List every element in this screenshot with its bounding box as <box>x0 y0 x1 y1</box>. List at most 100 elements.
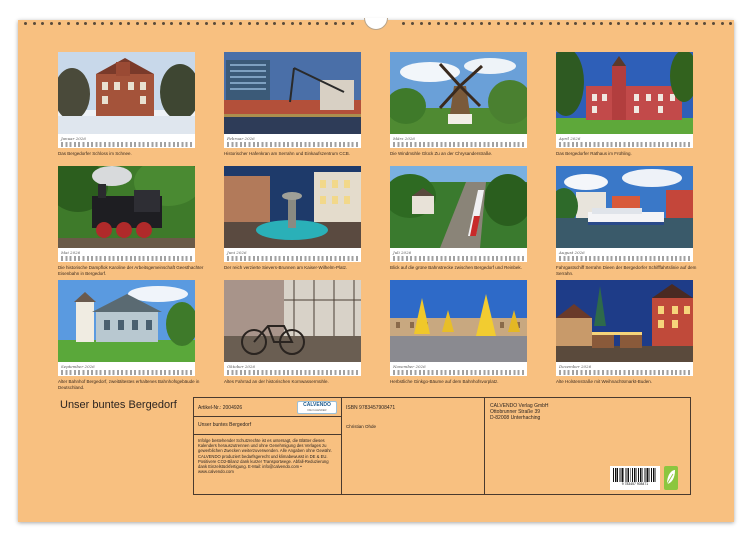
binding-hole <box>41 22 45 25</box>
month-label: Juli 2026 <box>393 250 412 255</box>
binding-hole <box>118 22 122 25</box>
photo-caption: Fahrgastschiff Serrahn Dieen der Bergedo… <box>556 265 697 276</box>
binding-hole <box>531 22 535 25</box>
binding-hole <box>557 22 561 25</box>
photo-caption: Das Bergedorfer Schloss im Schnee. <box>58 151 132 156</box>
photo-old-bicycle <box>224 280 361 362</box>
binding-hole <box>350 22 354 25</box>
binding-hole <box>49 22 53 25</box>
photo-caption: Die Windmühle Glück Zu an der Chrysander… <box>390 151 493 156</box>
binding-hole <box>540 22 543 25</box>
barcode: 9 783457 908471 <box>610 466 660 490</box>
day-grid <box>61 142 192 147</box>
binding-hole <box>712 22 715 25</box>
month-label: Mai 2026 <box>61 250 81 255</box>
publisher-city: D-82008 Unterhaching <box>490 415 541 421</box>
binding-hole <box>239 22 242 25</box>
binding-hole <box>273 22 277 25</box>
month-label: August 2026 <box>559 250 585 255</box>
photo-steam-locomotive <box>58 166 195 248</box>
binding-hole <box>591 22 595 25</box>
photo-caption: Herbstliche Ginkgo-Bäume auf dem Bahnhof… <box>390 379 499 384</box>
binding-hole <box>127 22 131 25</box>
binding-hole <box>135 22 139 25</box>
binding-hole <box>282 22 285 25</box>
photo-caption: Der reich verzierte Sievers-Brunnen am K… <box>224 265 348 270</box>
binding-hole <box>342 22 346 25</box>
binding-hole <box>307 22 311 25</box>
isbn: ISBN 9783457908471 <box>346 405 396 411</box>
month-label: Juni 2026 <box>227 250 247 255</box>
binding-hole <box>92 22 96 25</box>
binding-hole <box>101 22 105 25</box>
day-grid <box>559 142 690 147</box>
binding-hole <box>264 22 268 25</box>
binding-hole <box>445 22 449 25</box>
binding-hole <box>694 22 698 25</box>
binding-hole <box>720 22 724 25</box>
binding-hole <box>583 22 586 25</box>
binding-hole <box>161 22 165 25</box>
binding-hole <box>548 22 552 25</box>
binding-hole <box>144 22 148 25</box>
day-grid <box>61 256 192 261</box>
binding-hole <box>67 22 70 25</box>
binding-hole <box>488 22 492 25</box>
photo-caption: Blick auf die grüne Bahnstrecke zwischen… <box>390 265 522 270</box>
binding-hole <box>256 22 260 25</box>
photo-castle-snow <box>58 52 195 134</box>
day-grid <box>559 256 690 261</box>
binding-hole <box>58 22 62 25</box>
binding-hole <box>411 22 414 25</box>
photo-caption: Altes Fahrrad an der historischen Kornwa… <box>224 379 329 384</box>
calvendo-logo: CALVENDO DIE KALENDER <box>297 401 337 414</box>
binding-hole <box>600 22 604 25</box>
binding-hole <box>299 22 303 25</box>
eco-leaf-icon <box>664 466 678 490</box>
product-title: Unser buntes Bergedorf <box>198 422 252 428</box>
binding-hole <box>729 22 733 25</box>
binding-hole <box>514 22 518 25</box>
binding-hole <box>187 22 191 25</box>
day-grid <box>227 142 358 147</box>
binding-hole <box>677 22 681 25</box>
photo-caption: Alte Holstenstraße mit Weihnachtsmarkt-B… <box>556 379 652 384</box>
day-grid <box>227 370 358 375</box>
binding-hole <box>75 22 79 25</box>
legal-notice: Infolge bestehender Schutzrechte ist es … <box>198 438 332 475</box>
photo-old-station <box>58 280 195 362</box>
binding-hole <box>178 22 182 25</box>
month-label: September 2026 <box>61 364 95 369</box>
binding-hole <box>213 22 217 25</box>
binding-hole <box>290 22 294 25</box>
binding-hole <box>204 22 208 25</box>
day-grid <box>227 256 358 261</box>
binding-hole <box>608 22 612 25</box>
binding-hole <box>703 22 707 25</box>
binding-hole <box>32 22 36 25</box>
binding-hole <box>643 22 647 25</box>
binding-hole <box>462 22 466 25</box>
binding-hole <box>686 22 690 25</box>
binding-hole <box>565 22 569 25</box>
calendar-back-cover: Januar 2026 Das Bergedorfer Schloss im S… <box>18 18 734 522</box>
month-label: Dezember 2026 <box>559 364 592 369</box>
binding-hole <box>325 22 328 25</box>
month-label: März 2026 <box>393 136 415 141</box>
binding-hole <box>428 22 432 25</box>
month-label: April 2026 <box>559 136 581 141</box>
photo-railway-line <box>390 166 527 248</box>
month-label: Februar 2026 <box>227 136 255 141</box>
binding-hole <box>230 22 234 25</box>
binding-hole <box>333 22 337 25</box>
binding-hole <box>454 22 457 25</box>
photo-fountain <box>224 166 361 248</box>
day-grid <box>61 370 192 375</box>
photo-caption: Die historische Dampflok Karoline der Ar… <box>58 265 204 276</box>
binding-hole <box>153 22 156 25</box>
binding-hole <box>110 22 113 25</box>
photo-christmas-market <box>556 280 693 362</box>
binding-hole <box>402 22 406 25</box>
binding-hole <box>84 22 88 25</box>
binding-hole <box>471 22 475 25</box>
